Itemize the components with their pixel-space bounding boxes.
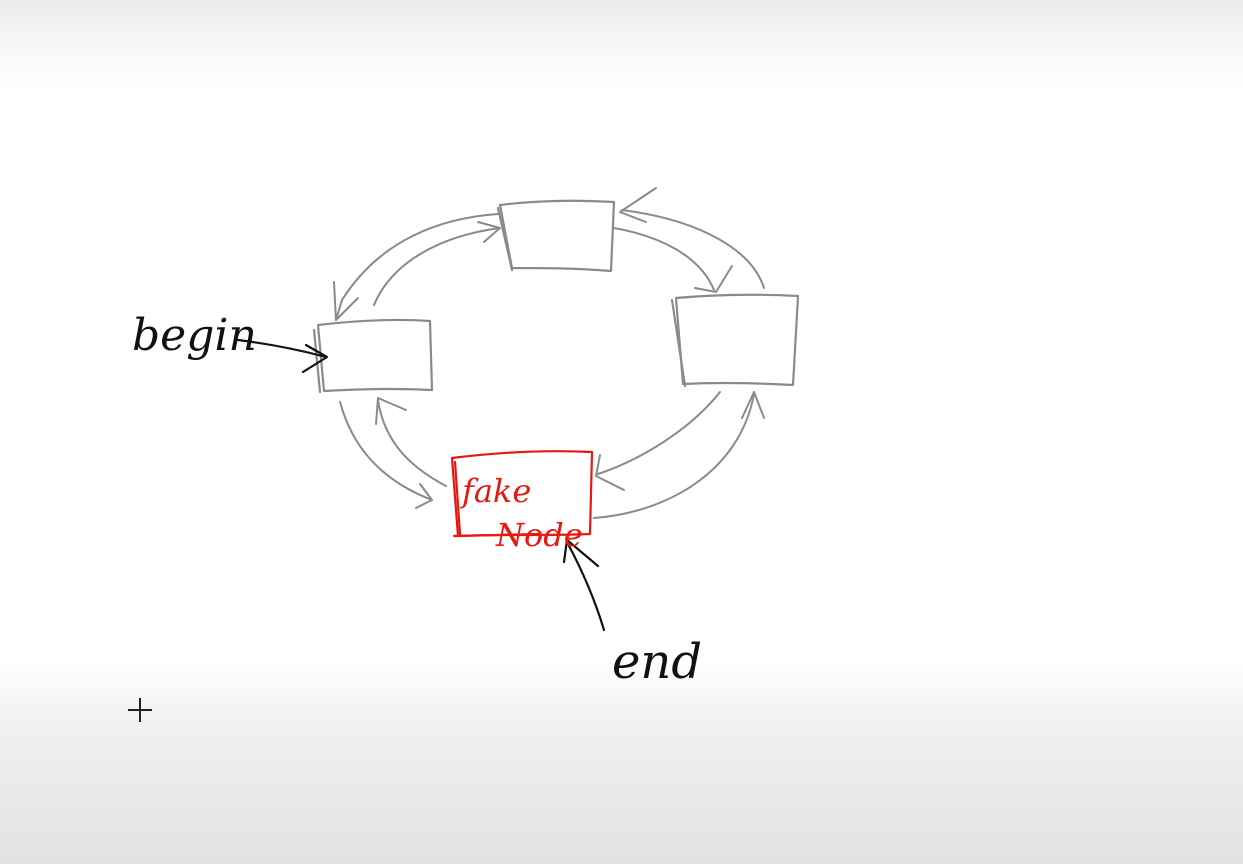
end-label: end bbox=[612, 634, 702, 690]
fake-node-label-line1: fake bbox=[460, 472, 531, 510]
node-top bbox=[496, 199, 616, 273]
circular-linked-list-diagram: begin end fake Node bbox=[132, 187, 800, 690]
fake-node-label-line2: Node bbox=[495, 516, 583, 554]
crosshair-cursor-icon bbox=[128, 698, 152, 722]
whiteboard-canvas: begin end fake Node bbox=[0, 0, 1243, 864]
node-right bbox=[670, 293, 800, 388]
begin-label: begin bbox=[132, 310, 257, 361]
link-arrows bbox=[333, 187, 765, 519]
node-left bbox=[312, 318, 434, 394]
